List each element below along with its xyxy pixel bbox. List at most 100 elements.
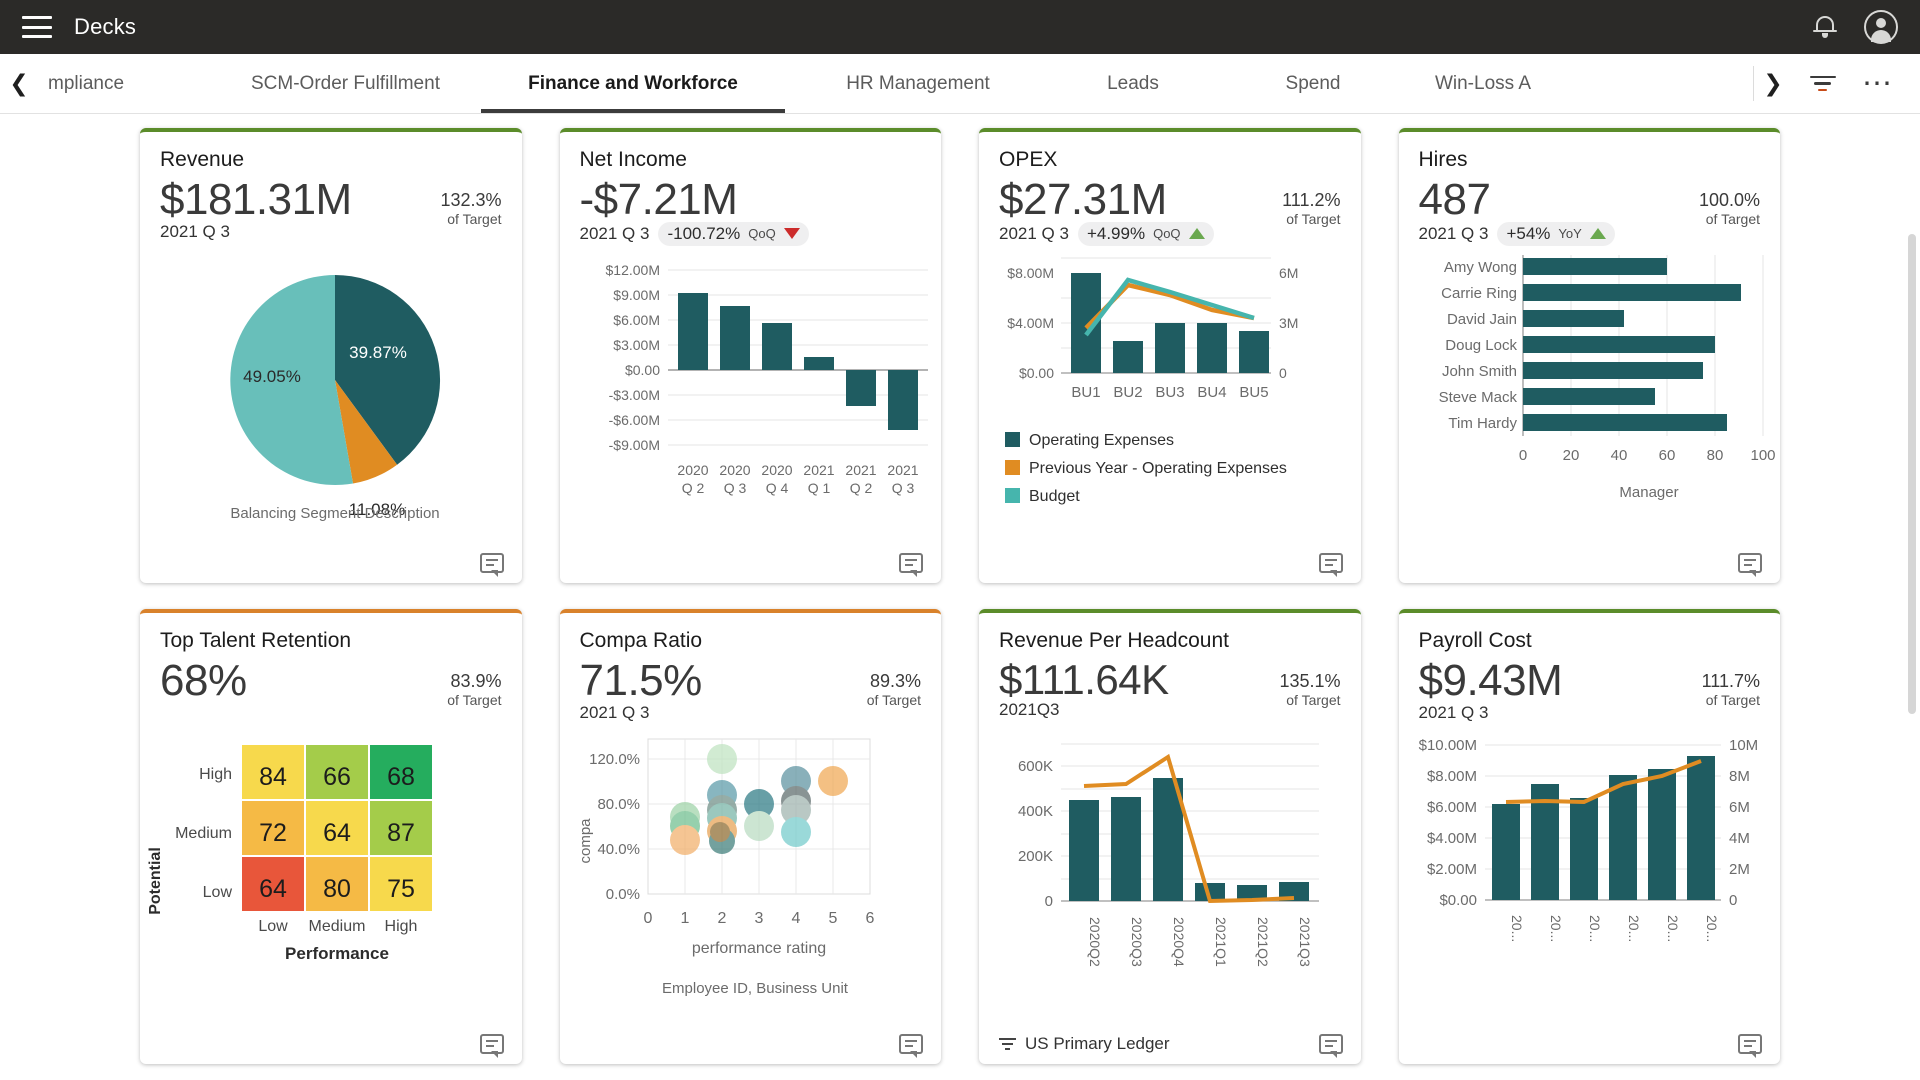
svg-text:Budget: Budget (1029, 488, 1080, 505)
target-label-revenue: of Target (440, 211, 501, 227)
comment-icon[interactable] (1319, 1034, 1343, 1054)
card-title-top-talent: Top Talent Retention (160, 629, 502, 653)
ledger-filter-rev-headcount[interactable]: US Primary Ledger (999, 1034, 1170, 1054)
comment-icon[interactable] (1738, 553, 1762, 573)
card-footer-payroll (1419, 1034, 1763, 1054)
svg-text:39.87%: 39.87% (349, 343, 407, 362)
chart-compa-scatter[interactable]: compa 120.0%80.0% 40.0%0.0% (560, 731, 942, 1020)
svg-text:2M: 2M (1729, 861, 1750, 878)
chart-rev-headcount-combo[interactable]: 600K400K 200K0 (979, 731, 1361, 1020)
chart-payroll-combo[interactable]: $10.00M$8.00M $6.00M$4.00M $2.00M$0.00 1… (1399, 731, 1781, 1020)
chart-top-talent-heatmap[interactable]: Potential HighMediumLow 846668 (140, 731, 522, 1020)
card-opex[interactable]: OPEX $27.31M 2021 Q 3 +4.99% QoQ 111.2% … (979, 128, 1361, 583)
tab-win-loss-analysis[interactable]: Win-Loss A (1403, 54, 1563, 113)
chart-net-income-bar[interactable]: $12.00M$9.00M $6.00M$3.00M $0.00-$3.00M … (560, 250, 942, 539)
tabs-scroll-left-icon[interactable]: ❮ (0, 54, 38, 113)
svg-text:2020: 2020 (677, 462, 708, 478)
kpi-value-net-income: -$7.21M (580, 176, 809, 224)
delta-value-hires: +54% (1506, 224, 1550, 244)
svg-text:High: High (385, 918, 418, 935)
svg-text:Medium: Medium (175, 825, 232, 842)
svg-text:20...: 20... (1626, 915, 1642, 942)
tab-scm-order-fulfillment[interactable]: SCM-Order Fulfillment (218, 54, 473, 113)
tabs-scroll-right-icon[interactable]: ❯ (1754, 54, 1792, 113)
tab-leads[interactable]: Leads (1043, 54, 1223, 113)
svg-text:75: 75 (387, 875, 415, 903)
notification-bell-icon[interactable] (1812, 13, 1838, 41)
filter-icon[interactable] (1810, 74, 1836, 94)
svg-text:2021: 2021 (845, 462, 876, 478)
svg-text:20: 20 (1562, 447, 1579, 464)
card-revenue[interactable]: Revenue $181.31M 2021 Q 3 132.3% of Targ… (140, 128, 522, 583)
chart-caption-compa: Employee ID, Business Unit (662, 980, 849, 997)
svg-text:4M: 4M (1729, 830, 1750, 847)
tab-spend[interactable]: Spend (1223, 54, 1403, 113)
kpi-period-hires: 2021 Q 3 (1419, 224, 1489, 244)
svg-text:High: High (199, 766, 232, 783)
svg-text:3: 3 (754, 910, 763, 927)
svg-text:BU1: BU1 (1071, 384, 1100, 401)
svg-text:64: 64 (259, 875, 287, 903)
comment-icon[interactable] (480, 553, 504, 573)
card-revenue-per-headcount[interactable]: Revenue Per Headcount $111.64K 2021Q3 13… (979, 609, 1361, 1064)
target-label-top-talent: of Target (447, 692, 501, 708)
svg-text:66: 66 (323, 763, 351, 791)
user-avatar-icon[interactable] (1864, 10, 1898, 44)
svg-text:Q 1: Q 1 (807, 480, 830, 496)
comment-icon[interactable] (480, 1034, 504, 1054)
chart-revenue-pie[interactable]: 39.87% 49.05% 11.08% Balancing Segment D… (140, 250, 522, 539)
delta-value-net-income: -100.72% (667, 224, 740, 244)
card-net-income[interactable]: Net Income -$7.21M 2021 Q 3 -100.72% QoQ… (560, 128, 942, 583)
tabstrip-actions: ⋯ (1792, 54, 1920, 113)
target-opex: 111.2% of Target (1282, 176, 1340, 227)
svg-text:2020Q4: 2020Q4 (1171, 917, 1187, 967)
card-hires[interactable]: Hires 487 2021 Q 3 +54% YoY 100.0% of Ta… (1399, 128, 1781, 583)
svg-text:72: 72 (259, 819, 287, 847)
chart-hires-hbar[interactable]: Amy WongCarrie Ring David JainDoug Lock … (1399, 250, 1781, 539)
card-title-rev-headcount: Revenue Per Headcount (999, 629, 1341, 653)
card-top-talent-retention[interactable]: Top Talent Retention 68% 83.9% of Target… (140, 609, 522, 1064)
ellipsis-icon[interactable]: ⋯ (1862, 78, 1894, 90)
target-label-rev-headcount: of Target (1279, 692, 1340, 708)
chart-legend-opex: Operating Expenses Previous Year - Opera… (1005, 432, 1287, 505)
svg-text:2: 2 (717, 910, 726, 927)
card-title-net-income: Net Income (580, 148, 922, 172)
kpi-period-opex: 2021 Q 3 (999, 224, 1069, 244)
target-pct-opex: 111.2% (1282, 190, 1340, 211)
tab-hr-management[interactable]: HR Management (793, 54, 1043, 113)
chart-opex-combo[interactable]: $8.00M$4.00M$0.00 6M3M0 (979, 250, 1361, 539)
kpi-value-hires: 487 (1419, 176, 1615, 224)
svg-text:$10.00M: $10.00M (1418, 737, 1476, 754)
delta-value-opex: +4.99% (1087, 224, 1145, 244)
comment-icon[interactable] (1738, 1034, 1762, 1054)
kpi-value-top-talent: 68% (160, 657, 247, 705)
card-payroll-cost[interactable]: Payroll Cost $9.43M 2021 Q 3 111.7% of T… (1399, 609, 1781, 1064)
hamburger-menu-icon[interactable] (22, 16, 52, 38)
svg-text:20...: 20... (1509, 915, 1525, 942)
svg-text:$12.00M: $12.00M (605, 262, 659, 278)
svg-text:20...: 20... (1704, 915, 1720, 942)
app-title: Decks (74, 14, 136, 40)
svg-text:2020Q2: 2020Q2 (1087, 917, 1103, 967)
svg-text:1: 1 (680, 910, 689, 927)
kpi-value-rev-headcount: $111.64K (999, 657, 1169, 702)
comment-icon[interactable] (899, 1034, 923, 1054)
kpi-period-compa: 2021 Q 3 (580, 703, 650, 723)
target-hires: 100.0% of Target (1699, 176, 1760, 227)
svg-text:68: 68 (387, 763, 415, 791)
svg-text:2021Q2: 2021Q2 (1255, 917, 1271, 967)
card-compa-ratio[interactable]: Compa Ratio 71.5% 2021 Q 3 89.3% of Targ… (560, 609, 942, 1064)
vertical-scrollbar[interactable] (1908, 234, 1916, 714)
svg-text:20...: 20... (1548, 915, 1564, 942)
svg-text:$2.00M: $2.00M (1426, 861, 1476, 878)
tab-finance-and-workforce[interactable]: Finance and Workforce (473, 54, 793, 113)
comment-icon[interactable] (899, 553, 923, 573)
svg-text:$9.00M: $9.00M (613, 287, 660, 303)
comment-icon[interactable] (1319, 553, 1343, 573)
svg-text:$0.00: $0.00 (624, 362, 659, 378)
svg-text:3M: 3M (1279, 315, 1298, 331)
tab-compliance[interactable]: mpliance (38, 54, 218, 113)
delta-label-net-income: QoQ (748, 226, 775, 241)
svg-text:400K: 400K (1018, 803, 1053, 820)
svg-text:$6.00M: $6.00M (1426, 799, 1476, 816)
